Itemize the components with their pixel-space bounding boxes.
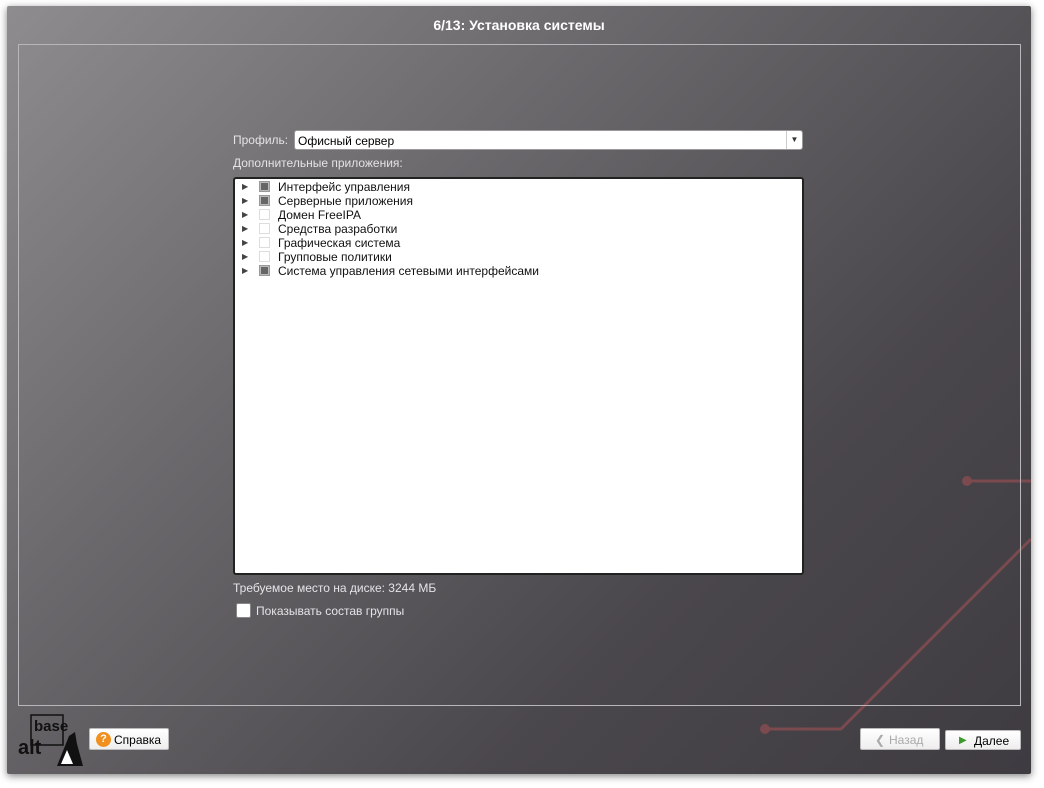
tree-item[interactable]: ▶ Средства разработки — [235, 222, 802, 236]
tree-item[interactable]: ▶ Серверные приложения — [235, 194, 802, 208]
tree-item[interactable]: ▶ Домен FreeIPA — [235, 208, 802, 222]
profile-select[interactable]: Офисный сервер ▼ — [294, 130, 803, 150]
item-checkbox[interactable] — [259, 237, 270, 248]
item-label: Серверные приложения — [278, 194, 413, 208]
window-title: 6/13: Установка системы — [433, 17, 605, 33]
apps-tree[interactable]: ▶ Интерфейс управления ▶ Серверные приложен… — [233, 177, 804, 575]
show-group-label[interactable]: Показывать состав группы — [256, 604, 404, 618]
tree-item[interactable]: ▶ Система управления сетевыми интерфейсам… — [235, 264, 802, 278]
expand-arrow-icon[interactable]: ▶ — [242, 222, 248, 236]
item-checkbox[interactable] — [259, 223, 270, 234]
back-button[interactable]: ❮ Назад — [860, 728, 940, 750]
item-label: Домен FreeIPA — [278, 208, 361, 222]
item-label: Графическая система — [278, 236, 401, 250]
help-icon: ? — [96, 732, 111, 747]
profile-value: Офисный сервер — [298, 134, 395, 148]
tree-item[interactable]: ▶ Интерфейс управления — [235, 180, 802, 194]
expand-arrow-icon[interactable]: ▶ — [242, 194, 248, 208]
show-group-checkbox[interactable] — [236, 603, 251, 618]
item-checkbox[interactable] — [259, 251, 270, 262]
tree-item[interactable]: ▶ Групповые политики — [235, 250, 802, 264]
disk-space-label: Требуемое место на диске: 3244 МБ — [233, 581, 437, 595]
help-label: Справка — [114, 733, 162, 747]
item-label: Система управления сетевыми интерфейсами — [278, 264, 539, 278]
expand-arrow-icon[interactable]: ▶ — [242, 264, 248, 278]
svg-text:base: base — [34, 718, 68, 735]
item-label: Средства разработки — [278, 222, 398, 236]
item-checkbox[interactable] — [259, 195, 270, 206]
chevron-down-icon: ▼ — [786, 131, 802, 149]
help-button[interactable]: ? Справка — [89, 728, 169, 750]
item-label: Групповые политики — [278, 250, 392, 264]
basealt-logo: base alt — [18, 714, 83, 766]
tree-item[interactable]: ▶ Графическая система — [235, 236, 802, 250]
chevron-left-icon: ❮ — [875, 733, 886, 747]
svg-text:alt: alt — [18, 737, 42, 759]
chevron-right-icon: ▶ — [959, 735, 967, 746]
profile-label: Профиль: — [233, 133, 289, 147]
item-checkbox[interactable] — [259, 209, 270, 220]
item-checkbox[interactable] — [259, 181, 270, 192]
back-label: Назад — [889, 733, 924, 747]
expand-arrow-icon[interactable]: ▶ — [242, 180, 248, 194]
next-label: Далее — [974, 734, 1010, 748]
apps-label: Дополнительные приложения: — [233, 156, 403, 170]
installer-window: 6/13: Установка системы Профиль: Офисный… — [7, 6, 1031, 774]
expand-arrow-icon[interactable]: ▶ — [242, 208, 248, 222]
expand-arrow-icon[interactable]: ▶ — [242, 250, 248, 264]
expand-arrow-icon[interactable]: ▶ — [242, 236, 248, 250]
item-checkbox[interactable] — [259, 265, 270, 276]
next-button[interactable]: ▶ Далее — [945, 730, 1021, 750]
item-label: Интерфейс управления — [278, 180, 410, 194]
